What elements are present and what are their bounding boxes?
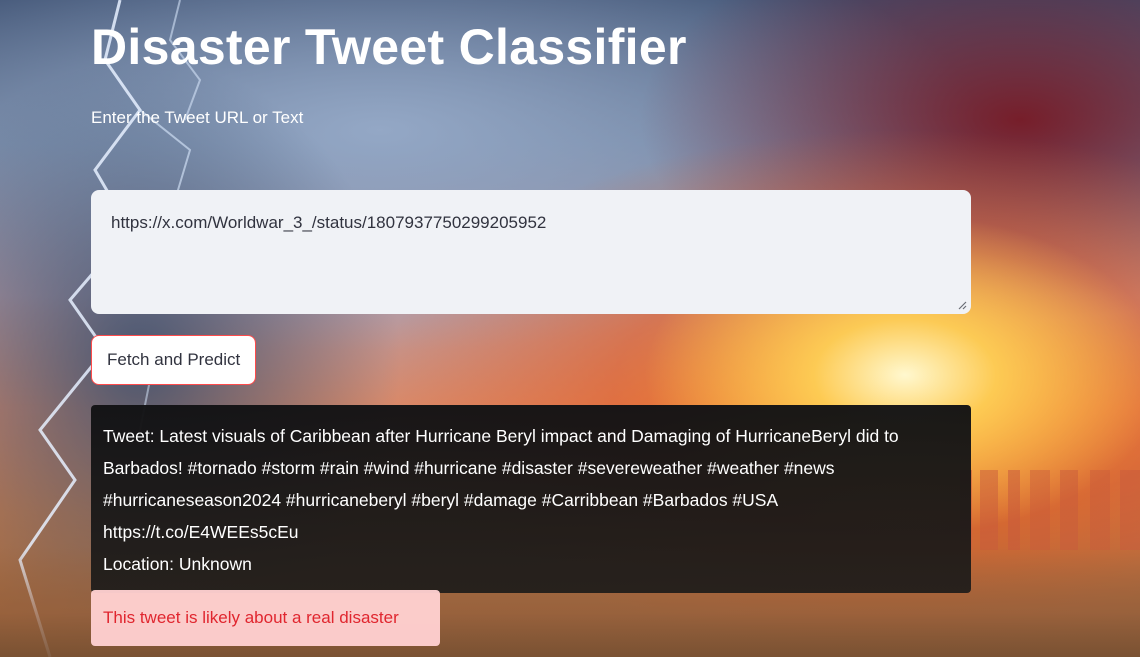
tweet-text: Tweet: Latest visuals of Caribbean after… xyxy=(103,426,899,542)
fetch-and-predict-button[interactable]: Fetch and Predict xyxy=(91,335,257,385)
page-title: Disaster Tweet Classifier xyxy=(91,19,687,75)
city-skyline-background xyxy=(950,470,1140,550)
resize-handle-icon[interactable] xyxy=(957,300,967,310)
tweet-location: Location: Unknown xyxy=(103,554,252,574)
tweet-input[interactable]: https://x.com/Worldwar_3_/status/1807937… xyxy=(91,190,971,314)
tweet-input-label: Enter the Tweet URL or Text xyxy=(91,108,304,127)
prediction-alert: This tweet is likely about a real disast… xyxy=(91,590,440,646)
tweet-result-box: Tweet: Latest visuals of Caribbean after… xyxy=(91,405,971,593)
